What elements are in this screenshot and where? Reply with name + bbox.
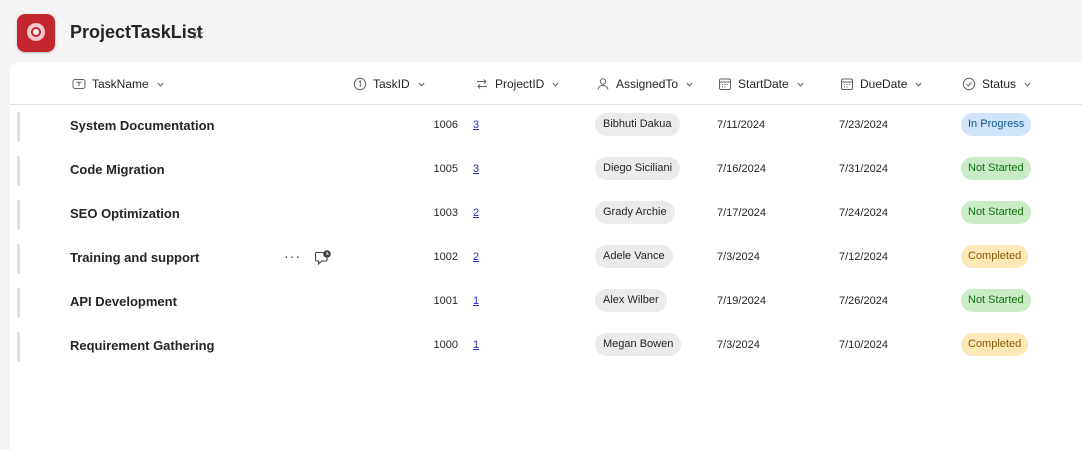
start-date: 7/17/2024 [717, 207, 766, 219]
due-date: 7/26/2024 [839, 295, 888, 307]
row-selector[interactable] [17, 288, 20, 318]
text-icon [72, 79, 86, 89]
calendar-icon [719, 78, 731, 90]
due-date: 7/24/2024 [839, 207, 888, 219]
due-date: 7/12/2024 [839, 251, 888, 263]
more-options-button[interactable]: ··· [284, 248, 301, 264]
column-header-duedate[interactable]: DueDate [840, 76, 923, 92]
chevron-down-icon [552, 82, 559, 87]
table-row[interactable]: API Development 1001 1 Alex Wilber 7/19/… [10, 281, 1082, 325]
chevron-down-icon [1024, 82, 1031, 87]
status-badge: In Progress [961, 113, 1032, 136]
status-badge: Completed [961, 333, 1029, 356]
task-name[interactable]: Code Migration [70, 162, 165, 177]
list-app-icon [17, 14, 55, 52]
chevron-down-icon [157, 82, 164, 87]
assigned-person-chip[interactable]: Diego Siciliani [595, 157, 681, 180]
person-icon [597, 78, 609, 90]
due-date: 7/31/2024 [839, 163, 888, 175]
column-header-label: AssignedTo [616, 77, 679, 91]
column-header-startdate[interactable]: StartDate [718, 76, 805, 92]
column-header-label: Status [982, 77, 1017, 91]
task-name[interactable]: SEO Optimization [70, 206, 180, 221]
lookup-icon [477, 79, 487, 89]
row-selector[interactable] [17, 244, 20, 274]
task-name[interactable]: Training and support [70, 250, 199, 265]
project-id-link[interactable]: 2 [473, 207, 479, 219]
project-id-link[interactable]: 3 [473, 119, 479, 131]
chevron-down-icon [915, 82, 922, 87]
assigned-person-chip[interactable]: Adele Vance [595, 245, 673, 268]
row-selector[interactable] [17, 112, 20, 142]
choice-icon [962, 77, 976, 91]
column-header-label: TaskID [373, 77, 410, 91]
row-selector[interactable] [17, 332, 20, 362]
column-header-taskname[interactable]: TaskName [72, 76, 165, 92]
task-name[interactable]: API Development [70, 294, 177, 309]
task-id: 1000 [433, 339, 458, 351]
row-selector[interactable] [17, 200, 20, 230]
assigned-person-chip[interactable]: Bibhuti Dakua [595, 113, 680, 136]
task-id: 1002 [433, 251, 458, 263]
table-row[interactable]: Training and support ··· 1002 2 Adele Va… [10, 237, 1082, 281]
task-id: 1006 [433, 119, 458, 131]
status-badge: Not Started [961, 201, 1031, 224]
task-name[interactable]: Requirement Gathering [70, 338, 214, 353]
project-id-link[interactable]: 1 [473, 295, 479, 307]
table-row[interactable]: Requirement Gathering 1000 1 Megan Bowen… [10, 325, 1082, 369]
start-date: 7/3/2024 [717, 251, 760, 263]
start-date: 7/19/2024 [717, 295, 766, 307]
start-date: 7/11/2024 [717, 119, 766, 131]
status-badge: Completed [961, 245, 1029, 268]
start-date: 7/16/2024 [717, 163, 766, 175]
column-header-status[interactable]: Status [962, 76, 1032, 92]
chevron-down-icon [686, 82, 693, 87]
due-date: 7/23/2024 [839, 119, 888, 131]
column-header-row: TaskName TaskID ProjectID AssignedTo Sta… [10, 62, 1082, 105]
list-panel: TaskName TaskID ProjectID AssignedTo Sta… [10, 62, 1082, 450]
task-id: 1005 [433, 163, 458, 175]
favorite-star-icon[interactable]: ☆ [191, 25, 204, 43]
assigned-person-chip[interactable]: Grady Archie [595, 201, 675, 224]
chevron-down-icon [418, 82, 425, 87]
title-bar: ProjectTaskList ☆ [0, 0, 1082, 62]
column-header-label: StartDate [738, 77, 789, 91]
column-header-taskid[interactable]: TaskID [353, 76, 426, 92]
calendar-icon [841, 78, 853, 90]
project-id-link[interactable]: 2 [473, 251, 479, 263]
status-badge: Not Started [961, 157, 1031, 180]
row-selector[interactable] [17, 156, 20, 186]
table-row[interactable]: SEO Optimization 1003 2 Grady Archie 7/1… [10, 193, 1082, 237]
project-id-link[interactable]: 1 [473, 339, 479, 351]
start-date: 7/3/2024 [717, 339, 760, 351]
page-title: ProjectTaskList [70, 22, 203, 42]
column-header-projectid[interactable]: ProjectID [475, 76, 560, 92]
chevron-down-icon [797, 82, 804, 87]
task-name[interactable]: System Documentation [70, 118, 214, 133]
status-badge: Not Started [961, 289, 1031, 312]
task-id: 1001 [433, 295, 458, 307]
due-date: 7/10/2024 [839, 339, 888, 351]
add-comment-icon[interactable] [314, 249, 332, 267]
column-header-label: TaskName [92, 77, 149, 91]
assigned-person-chip[interactable]: Megan Bowen [595, 333, 682, 356]
table-row[interactable]: System Documentation 1006 3 Bibhuti Daku… [10, 105, 1082, 149]
column-header-assignedto[interactable]: AssignedTo [596, 76, 694, 92]
task-id: 1003 [433, 207, 458, 219]
column-header-label: DueDate [860, 77, 908, 91]
column-header-label: ProjectID [495, 77, 545, 91]
table-row[interactable]: Code Migration 1005 3 Diego Siciliani 7/… [10, 149, 1082, 193]
assigned-person-chip[interactable]: Alex Wilber [595, 289, 667, 312]
number-icon [353, 77, 367, 91]
project-id-link[interactable]: 3 [473, 163, 479, 175]
